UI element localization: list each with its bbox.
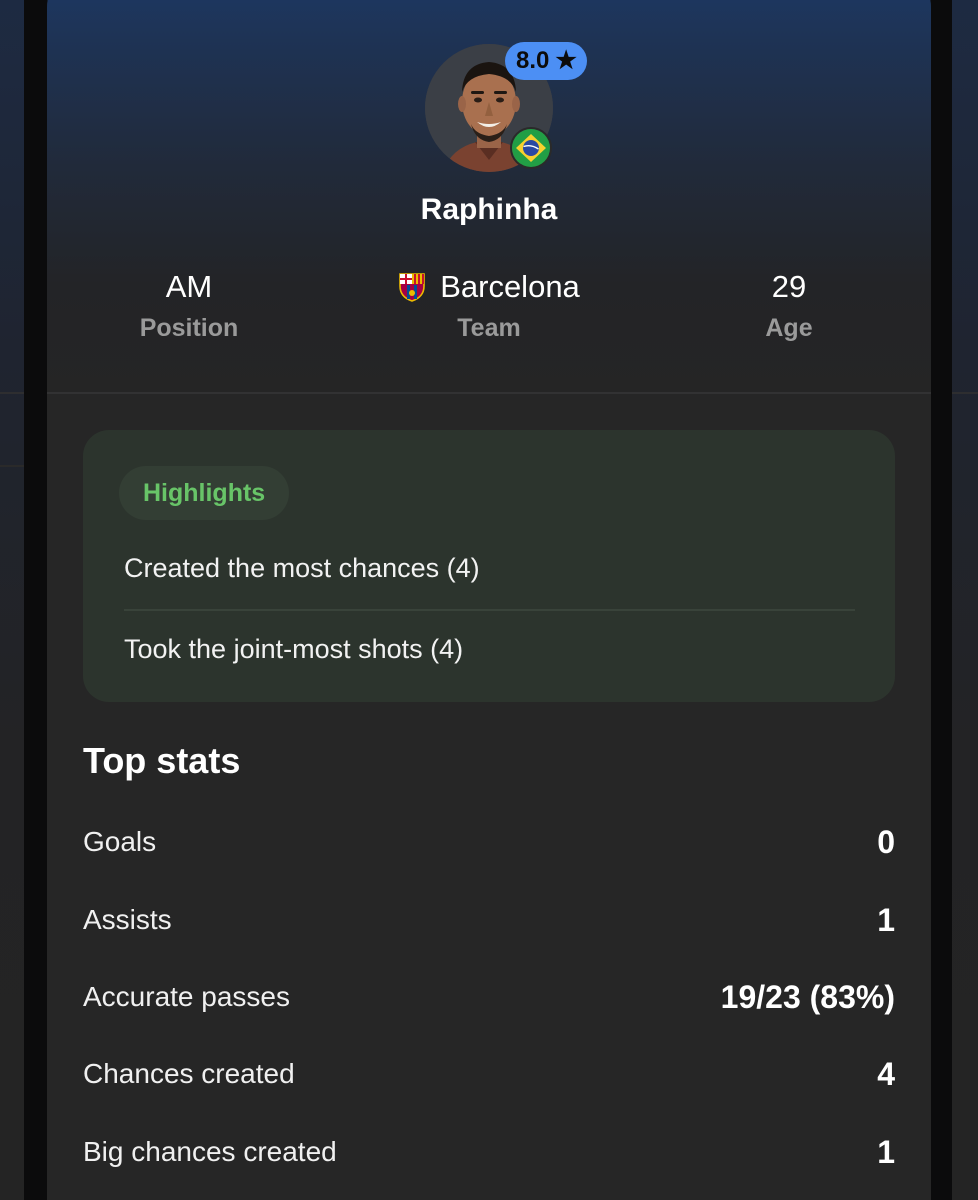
stat-row-big-chances-created: Big chances created 1 [83, 1132, 895, 1172]
divider [124, 609, 855, 611]
age-text: 29 [771, 269, 807, 304]
rating-badge[interactable]: 8.0 ★ [505, 42, 587, 80]
star-icon: ★ [555, 47, 577, 74]
highlight-item: Took the joint-most shots (4) [124, 634, 464, 664]
team-label: Team [457, 314, 521, 342]
position-label: Position [139, 314, 239, 342]
rating-value: 8.0 [516, 47, 550, 74]
player-stats-card: 8.0 ★ Raphinha AM Position Barcelona Tea… [47, 0, 931, 1200]
highlights-panel: Highlights Created the most chances (4) … [83, 430, 895, 702]
position-info: AM Position [49, 268, 329, 343]
stat-row-chances-created: Chances created 4 [83, 1054, 895, 1094]
highlight-item: Created the most chances (4) [124, 553, 480, 583]
next-player-card[interactable] [952, 0, 978, 1200]
position-value: AM [49, 268, 329, 306]
age-label: Age [765, 314, 813, 342]
top-stats-title: Top stats [83, 740, 241, 781]
divider [0, 392, 24, 394]
stat-label: Accurate passes [83, 981, 290, 1012]
stat-value: 1 [877, 901, 895, 938]
stat-value: 1 [877, 1133, 895, 1170]
team-name: Barcelona [440, 269, 580, 304]
brazil-flag-icon [510, 127, 552, 169]
position-text: AM [165, 269, 213, 304]
previous-player-card[interactable] [0, 0, 24, 1200]
highlights-chip: Highlights [119, 466, 290, 520]
age-info: 29 Age [649, 268, 929, 343]
stat-label: Big chances created [83, 1136, 337, 1167]
team-info[interactable]: Barcelona Team [349, 268, 629, 343]
player-name: Raphinha [420, 193, 558, 226]
stat-value: 19/23 (83%) [720, 978, 895, 1015]
stat-row-accurate-passes: Accurate passes 19/23 (83%) [83, 977, 895, 1017]
stat-row-assists: Assists 1 [83, 900, 895, 940]
stat-row-goals: Goals 0 [83, 822, 895, 862]
divider [0, 465, 24, 467]
divider [952, 392, 978, 394]
player-detail-screen: 8.0 ★ Raphinha AM Position Barcelona Tea… [0, 0, 978, 1200]
stat-label: Chances created [83, 1058, 295, 1089]
stat-label: Goals [83, 826, 157, 857]
stat-label: Assists [83, 904, 172, 935]
team-value: Barcelona [349, 268, 629, 306]
age-value: 29 [649, 268, 929, 306]
barcelona-crest-icon [398, 272, 426, 302]
player-header: 8.0 ★ Raphinha AM Position Barcelona Tea… [47, 0, 931, 394]
stat-value: 0 [877, 823, 895, 860]
stat-value: 4 [877, 1055, 895, 1092]
